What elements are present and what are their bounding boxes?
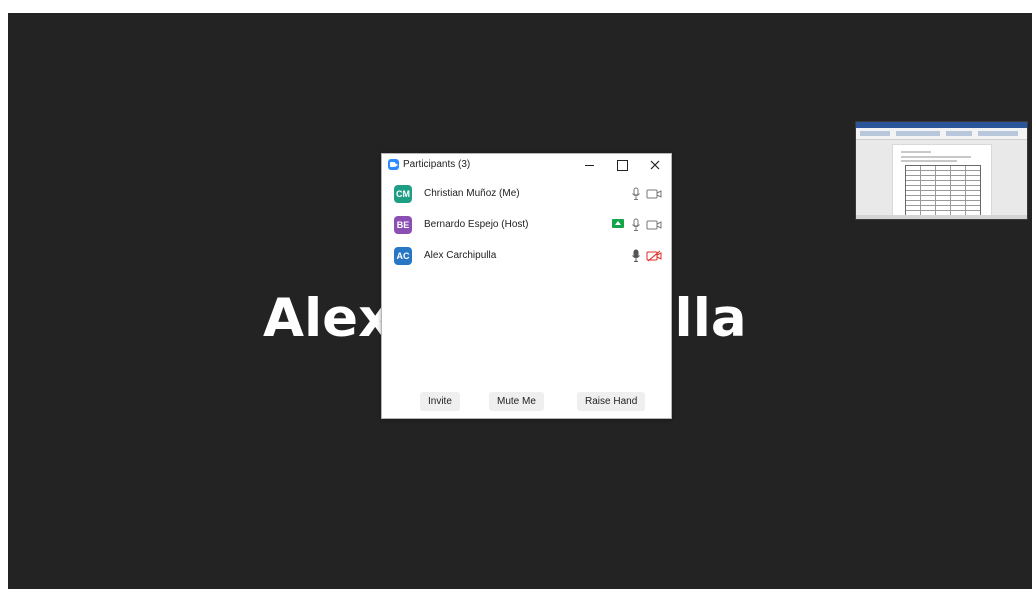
screen-share-icon [612, 219, 624, 228]
zoom-app-icon [388, 159, 399, 170]
video-off-icon[interactable] [646, 250, 662, 262]
invite-button[interactable]: Invite [420, 392, 460, 411]
participant-name: Bernardo Espejo (Host) [424, 219, 529, 230]
close-icon [650, 160, 660, 170]
avatar: CM [394, 185, 412, 203]
thumbnail-ribbon [856, 128, 1027, 140]
window-titlebar[interactable]: Participants (3) [382, 154, 671, 176]
video-camera-icon[interactable] [646, 188, 662, 200]
microphone-icon[interactable] [631, 218, 641, 232]
close-button[interactable] [638, 154, 672, 176]
mute-me-button[interactable]: Mute Me [489, 392, 544, 411]
avatar: AC [394, 247, 412, 265]
avatar: BE [394, 216, 412, 234]
maximize-button[interactable] [604, 154, 638, 176]
screen-share-thumbnail[interactable] [855, 121, 1028, 220]
window-title: Participants (3) [403, 159, 471, 170]
microphone-icon[interactable] [631, 187, 641, 201]
participants-window: Participants (3) CM Christian Muñoz (Me)… [381, 153, 672, 419]
participant-row[interactable]: AC Alex Carchipulla [382, 241, 671, 271]
thumbnail-document-page [892, 144, 992, 219]
video-camera-icon[interactable] [646, 219, 662, 231]
participant-row[interactable]: CM Christian Muñoz (Me) [382, 179, 671, 209]
participant-name: Alex Carchipulla [424, 250, 497, 261]
thumbnail-table [905, 165, 981, 217]
thumbnail-statusbar [856, 215, 1027, 219]
participant-name: Christian Muñoz (Me) [424, 188, 520, 199]
participant-row[interactable]: BE Bernardo Espejo (Host) [382, 210, 671, 240]
microphone-active-icon[interactable] [631, 249, 641, 263]
raise-hand-button[interactable]: Raise Hand [577, 392, 646, 411]
minimize-button[interactable] [572, 154, 606, 176]
